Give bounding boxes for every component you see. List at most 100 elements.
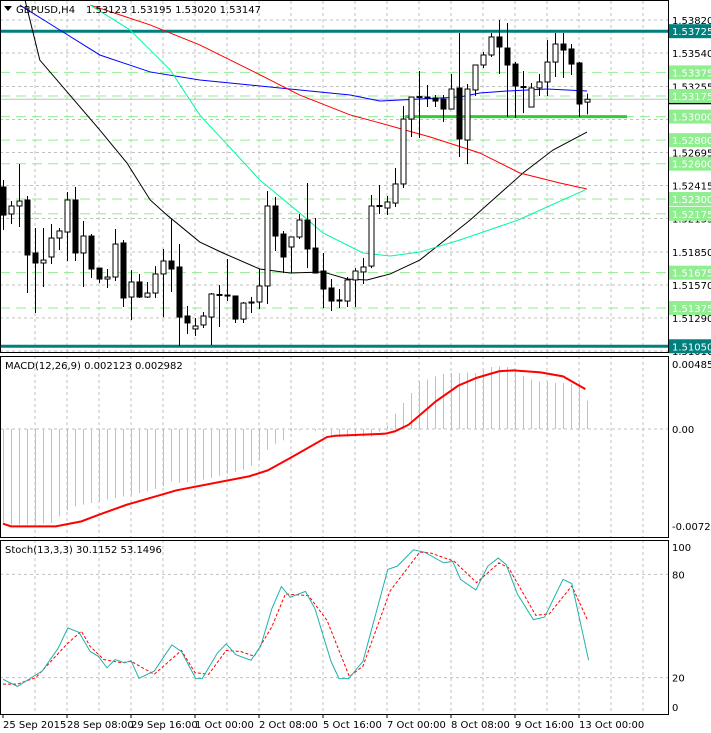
stoch-title: Stoch(13,3,3) 30.1152 53.1496: [5, 545, 162, 556]
bearish-candle: [176, 244, 183, 347]
candle-body: [216, 293, 223, 296]
candle-body: [64, 199, 71, 233]
candle-body: [112, 243, 119, 278]
candle-body: [432, 97, 439, 102]
bullish-candle: [112, 228, 119, 282]
stoch-tick-label: 80: [672, 570, 685, 581]
candle-body: [384, 201, 391, 209]
time-label: 2 Oct 08:00: [259, 720, 318, 731]
candle-body: [232, 295, 239, 320]
price-tick-label: 1.52415: [672, 181, 711, 192]
candle-body: [8, 205, 15, 215]
bearish-candle: [304, 183, 311, 269]
candle-body: [488, 36, 495, 56]
candle-body: [352, 270, 359, 281]
candle-body: [32, 252, 39, 264]
bullish-candle: [368, 195, 375, 269]
candle-body: [176, 266, 183, 318]
candle-body: [248, 301, 255, 304]
bullish-candle: [584, 93, 591, 115]
candle-body: [296, 219, 303, 238]
time-label: 7 Oct 00:00: [387, 720, 446, 731]
bullish-candle: [296, 214, 303, 239]
candle-body: [56, 230, 63, 239]
candle-body: [472, 64, 479, 91]
macd-signal-line: [2, 369, 586, 528]
bullish-candle: [144, 281, 151, 298]
time-label: 13 Oct 00:00: [579, 720, 644, 731]
price-tick-label: 1.51290: [672, 314, 711, 325]
candle-body: [288, 236, 295, 248]
bullish-candle: [248, 297, 255, 314]
level-price-label: 1.53000: [672, 113, 711, 124]
bearish-candle: [272, 197, 279, 251]
bullish-candle: [256, 269, 263, 310]
macd-tick-label: 0.00: [672, 425, 694, 436]
level-price-label: 1.53725: [672, 27, 711, 38]
bullish-candle: [16, 164, 23, 227]
bearish-candle: [280, 230, 287, 274]
bullish-candle: [264, 191, 271, 304]
level-price-label: 1.53375: [672, 68, 711, 79]
candle-body: [48, 237, 55, 258]
bullish-candle: [192, 318, 199, 337]
candle-body: [568, 48, 575, 65]
macd-title: MACD(12,26,9) 0.002123 0.002982: [5, 361, 183, 372]
candle-body: [528, 87, 535, 108]
bearish-candle: [72, 187, 79, 261]
candle-body: [320, 270, 327, 290]
trading-chart[interactable]: MACD(12,26,9) 0.002123 0.002982 Stoch(13…: [0, 0, 711, 733]
candle-body: [144, 292, 151, 298]
level-price-label: 1.51675: [672, 269, 711, 280]
candle-body: [424, 96, 431, 99]
candle-body: [520, 86, 527, 89]
stoch-tick-label: 0: [672, 703, 678, 714]
bearish-candle: [320, 252, 327, 308]
bullish-candle: [208, 293, 215, 345]
bullish-candle: [400, 105, 407, 188]
bullish-candle: [488, 32, 495, 57]
pane-border: [0, 540, 669, 715]
candle-body: [168, 260, 175, 270]
candle-body: [96, 267, 103, 280]
candle-body: [536, 81, 543, 89]
bullish-candle: [352, 268, 359, 308]
stoch-main-line: [2, 549, 590, 687]
candle-body: [128, 281, 135, 298]
ohlc-label: 1.53123 1.53195 1.53020 1.53147: [86, 5, 261, 16]
candle-body: [336, 299, 343, 302]
bearish-candle: [224, 258, 231, 302]
candle-body: [88, 235, 95, 270]
candle-body: [72, 199, 79, 254]
candle-body: [224, 294, 231, 297]
bullish-candle: [8, 201, 15, 225]
bearish-candle: [504, 22, 511, 118]
level-price-label: 1.52600: [672, 160, 711, 171]
bearish-candle: [32, 228, 39, 314]
triangle-down-icon[interactable]: [4, 6, 12, 11]
bullish-candle: [56, 228, 63, 251]
bullish-candle: [216, 285, 223, 327]
candle-body: [408, 96, 415, 120]
bearish-candle: [336, 289, 343, 308]
bullish-candle: [40, 228, 47, 288]
bullish-candle: [480, 52, 487, 69]
candle-body: [360, 266, 367, 273]
candle-body: [552, 43, 559, 63]
bullish-candle: [288, 236, 295, 274]
level-price-label: 1.51375: [672, 304, 711, 315]
bullish-candle: [392, 168, 399, 208]
stoch-tick-label: 100: [672, 543, 691, 554]
bullish-candle: [240, 301, 247, 323]
bearish-candle: [88, 234, 95, 278]
candle-body: [264, 205, 271, 287]
bearish-candle: [576, 62, 583, 118]
candle-body: [24, 199, 31, 256]
pane-border: [0, 356, 669, 538]
bullish-candle: [472, 64, 479, 96]
level-price-label: 1.52800: [672, 136, 711, 147]
bullish-candle: [536, 73, 543, 96]
candle-body: [192, 325, 199, 330]
candle-body: [160, 260, 167, 275]
macd-tick-label: 0.004853: [672, 360, 711, 371]
